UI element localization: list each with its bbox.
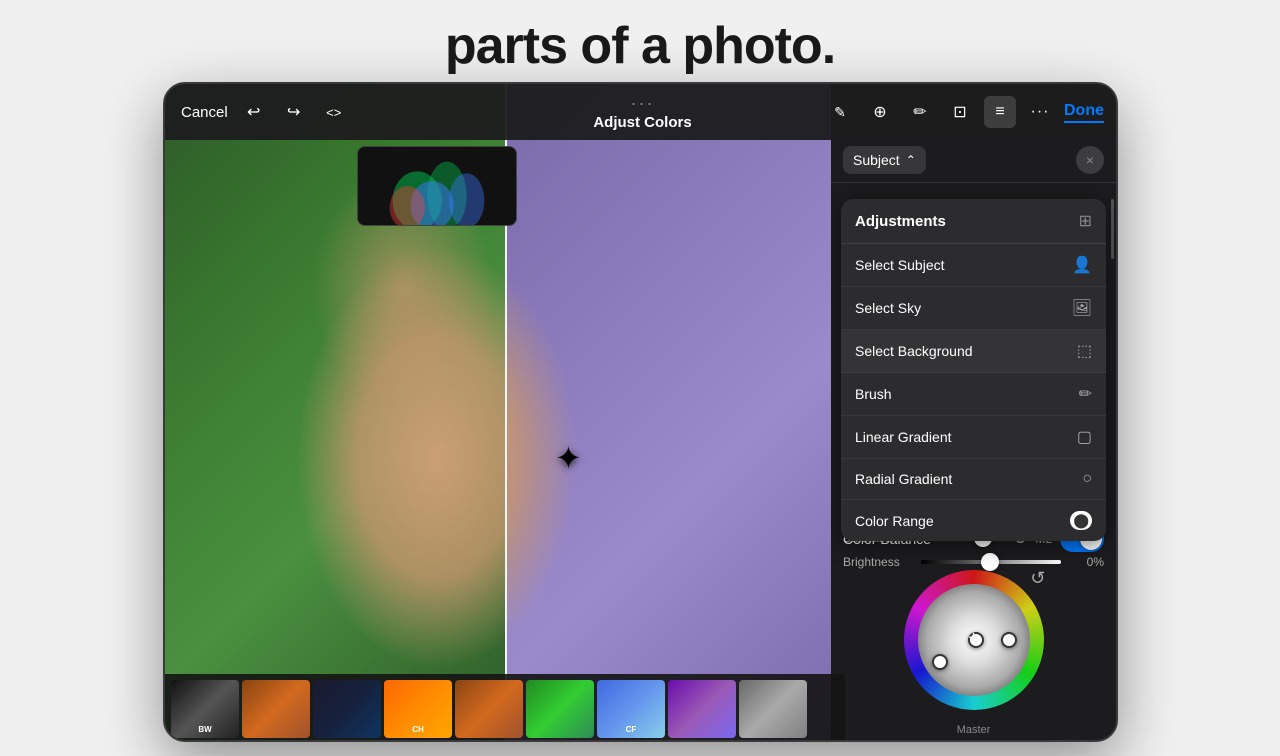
more-tool-icon: ··· <box>1031 103 1050 121</box>
cancel-button[interactable]: Cancel <box>181 104 228 121</box>
dropdown-menu: Adjustments ⊞ Select Subject 👤 Select Sk… <box>841 199 1106 541</box>
color-balance-section: Color Balance ↺ ML ↺ <box>831 518 1116 742</box>
toolbar-center: ··· Adjust Colors <box>593 94 691 131</box>
dropdown-item-brush[interactable]: Brush ✏ <box>841 373 1106 416</box>
code-button[interactable]: <> <box>320 98 348 126</box>
select-background-label: Select Background <box>855 343 973 359</box>
dropdown-item-color-range[interactable]: Color Range ⬤ <box>841 500 1106 541</box>
dropdown-header-icon: ⊞ <box>1079 211 1092 231</box>
linear-gradient-icon: ▢ <box>1077 427 1092 447</box>
filmstrip-item-label: BW <box>171 725 239 734</box>
pencil-tool-button[interactable]: ✏ <box>904 96 936 128</box>
dropdown-item-select-subject[interactable]: Select Subject 👤 <box>841 244 1106 287</box>
wheel-reset-button[interactable]: ↺ <box>1030 568 1045 589</box>
wheel-left-handle[interactable] <box>932 654 948 670</box>
master-label: Master <box>843 724 1104 736</box>
dropdown-item-radial-gradient[interactable]: Radial Gradient ○ <box>841 459 1106 500</box>
page-title-area: parts of a photo. <box>0 0 1280 75</box>
select-sky-icon: 🖼 <box>1072 298 1092 318</box>
toolbar-right: ✎ ⊕ ✏ ⊡ ≡ ··· Done <box>824 96 1104 128</box>
filmstrip-item[interactable]: BW <box>171 680 239 738</box>
right-panel: Subject ⌃ × Adjustments ⊞ Select Subject… <box>831 84 1116 742</box>
filmstrip-item-label: CH <box>384 725 452 734</box>
chevron-up-icon: ⌃ <box>906 153 916 167</box>
dropdown-item-select-background[interactable]: Select Background ⬚ <box>841 330 1106 373</box>
wheel-plus-icon: + <box>968 627 979 648</box>
filmstrip-item[interactable] <box>455 680 523 738</box>
filmstrip-item[interactable] <box>526 680 594 738</box>
color-range-label: Color Range <box>855 513 934 529</box>
select-background-icon: ⬚ <box>1077 341 1092 361</box>
color-wheel-container: ↺ + <box>843 560 1104 720</box>
filmstrip[interactable]: BW CH CF <box>165 674 845 742</box>
toolbar-dots: ··· <box>631 94 655 112</box>
histogram-thumbnail <box>357 146 517 226</box>
select-subject-label: Select Subject <box>855 257 945 273</box>
brush-tool-button[interactable]: ✎ <box>824 96 856 128</box>
more-tool-button[interactable]: ··· <box>1024 96 1056 128</box>
filmstrip-item[interactable] <box>739 680 807 738</box>
brush-label: Brush <box>855 386 892 402</box>
crop-tool-icon: ⊡ <box>953 102 966 122</box>
close-icon: × <box>1086 152 1094 168</box>
panel-scrollbar[interactable] <box>1111 199 1114 259</box>
layers-tool-icon: ≡ <box>995 103 1004 121</box>
move-cursor-icon: ✦ <box>555 439 582 477</box>
code-icon: <> <box>326 105 341 120</box>
dropdown-header-title: Adjustments <box>855 213 946 230</box>
color-wheel-inner[interactable]: + <box>918 584 1030 696</box>
wheel-right-handle[interactable] <box>1001 632 1017 648</box>
color-wheel-ring: + <box>904 570 1044 710</box>
radial-gradient-label: Radial Gradient <box>855 471 952 487</box>
top-toolbar: Cancel ↩ ↪ <> ··· Adjust Colors ✎ ⊕ ✏ <box>165 84 1118 140</box>
radial-gradient-icon: ○ <box>1082 470 1092 488</box>
undo-button[interactable]: ↩ <box>240 98 268 126</box>
redo-button[interactable]: ↪ <box>280 98 308 126</box>
filmstrip-item-label: CF <box>597 725 665 734</box>
panel-close-button[interactable]: × <box>1076 146 1104 174</box>
select-sky-label: Select Sky <box>855 300 921 316</box>
toolbar-left: Cancel ↩ ↪ <> <box>181 98 348 126</box>
dropdown-item-select-sky[interactable]: Select Sky 🖼 <box>841 287 1106 330</box>
pencil-tool-icon: ✏ <box>913 102 926 122</box>
color-range-icon: ⬤ <box>1070 511 1092 530</box>
subject-label: Subject <box>853 152 900 168</box>
filmstrip-item[interactable]: CF <box>597 680 665 738</box>
undo-icon: ↩ <box>247 102 260 122</box>
filmstrip-item[interactable] <box>313 680 381 738</box>
dropdown-item-linear-gradient[interactable]: Linear Gradient ▢ <box>841 416 1106 459</box>
ipad-frame: ✦ BW CH CF Cancel ↩ <box>163 82 1118 742</box>
layers-tool-button[interactable]: ≡ <box>984 96 1016 128</box>
mask-tool-button[interactable]: ⊕ <box>864 96 896 128</box>
mask-tool-icon: ⊕ <box>873 102 886 122</box>
redo-icon: ↪ <box>287 102 300 122</box>
done-button[interactable]: Done <box>1064 102 1104 123</box>
dropdown-header: Adjustments ⊞ <box>841 199 1106 244</box>
toolbar-title: Adjust Colors <box>593 114 691 131</box>
filmstrip-item[interactable] <box>242 680 310 738</box>
crop-tool-button[interactable]: ⊡ <box>944 96 976 128</box>
subject-selector[interactable]: Subject ⌃ <box>843 146 926 174</box>
linear-gradient-label: Linear Gradient <box>855 429 952 445</box>
color-wheel-wrapper: ↺ + <box>894 560 1054 720</box>
brush-icon: ✏ <box>1079 384 1092 404</box>
brush-tool-icon: ✎ <box>834 104 846 121</box>
page-title: parts of a photo. <box>0 0 1280 75</box>
filmstrip-item[interactable]: CH <box>384 680 452 738</box>
select-subject-icon: 👤 <box>1072 255 1092 275</box>
filmstrip-item[interactable] <box>668 680 736 738</box>
